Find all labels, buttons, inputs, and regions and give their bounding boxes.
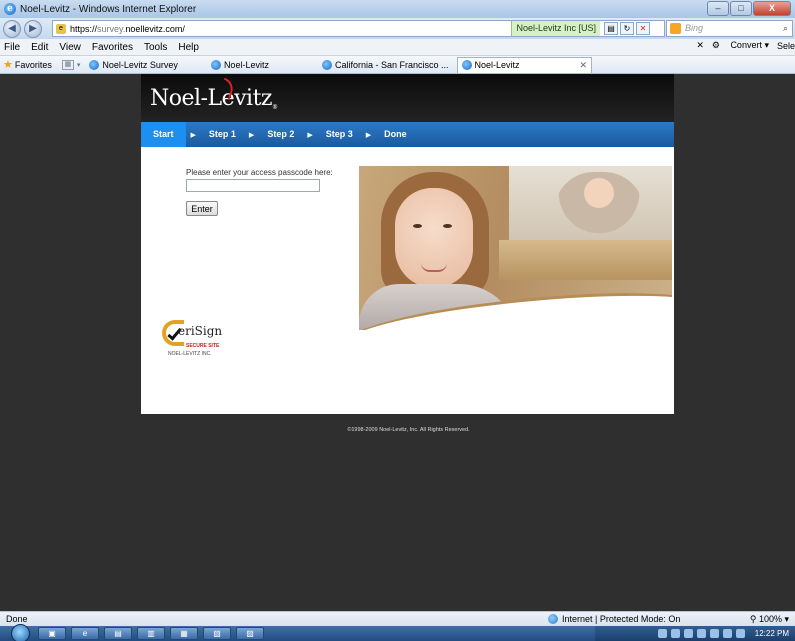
ie-tab-icon [461,60,472,70]
copyright-text: ©1998-2009 Noel-Levitz, Inc. All Rights … [347,427,470,433]
menu-view[interactable]: View [59,42,81,53]
tab-california[interactable]: California - San Francisco ... [317,57,454,73]
ie-logo-icon: e [4,3,16,15]
ie-tab-icon [89,59,100,70]
app-taskbar-icon[interactable]: ▨ [236,627,264,640]
refresh-icon[interactable]: ↻ [620,22,634,35]
passcode-form: Please enter your access passcode here: … [186,168,333,216]
step-1: Step 1 [208,129,236,139]
menu-favorites[interactable]: Favorites [92,42,133,53]
zoom-level[interactable]: ⚲ 100% ▾ [750,612,789,626]
student-photo [359,166,672,330]
page-viewport: Noel-Levitz® Start ▶ Step 1 ▶ Step 2 ▶ S… [0,74,795,611]
step-arrow-icon: ▶ [248,131,255,139]
step-done: Done [384,129,407,139]
enter-button[interactable]: Enter [186,201,218,216]
menu-file[interactable]: File [4,42,20,53]
bing-icon [670,23,681,34]
step-progress-bar: Start ▶ Step 1 ▶ Step 2 ▶ Step 3 ▶ Done [141,122,674,147]
window-controls: – □ X [706,1,791,16]
ie-tab-icon [321,59,332,70]
explorer-taskbar-icon[interactable]: ▣ [38,627,66,640]
clock[interactable]: 12:22 PM [755,629,789,638]
volume-icon[interactable] [735,629,745,638]
toolbar-right: ✕ ⚙ Convert ▾ Sele [688,40,795,51]
address-bar: ◀ ▶ e https://survey.noellevitz.com/ Noe… [0,18,795,39]
window-title: Noel-Levitz - Windows Internet Explorer [20,3,197,15]
favorites-label[interactable]: Favorites [15,60,52,70]
tray-icon[interactable] [709,629,719,638]
system-tray: 12:22 PM [595,626,795,641]
globe-icon [548,614,558,624]
close-button[interactable]: X [753,1,791,16]
app-taskbar-icon[interactable]: ▥ [137,627,165,640]
forward-button[interactable]: ▶ [24,19,42,38]
verisign-name: eriSign [178,324,223,338]
window-titlebar: e Noel-Levitz - Windows Internet Explore… [0,0,795,18]
menu-edit[interactable]: Edit [31,42,48,53]
tab-noel-levitz-active[interactable]: Noel-Levitz ✕ [456,56,593,73]
tray-icon[interactable] [670,629,680,638]
minimize-button[interactable]: – [707,1,729,16]
verisign-seal[interactable]: eriSign SECURE SITE NOEL-LEVITZ INC. [162,318,232,364]
convert-button[interactable]: ⚙ Convert ▾ [712,40,769,51]
verisign-secure-text: SECURE SITE [186,343,220,349]
step-2: Step 2 [267,129,295,139]
tab-noel-levitz[interactable]: Noel-Levitz [206,57,274,73]
verisign-company: NOEL-LEVITZ INC. [168,351,212,357]
menu-bar: File Edit View Favorites Tools Help ✕ ⚙ … [0,39,795,56]
page-icon: e [56,23,66,34]
tab-noel-levitz-survey[interactable]: Noel-Levitz Survey [84,57,183,73]
tray-icon[interactable] [683,629,693,638]
site-header: Noel-Levitz® [141,74,674,122]
app-taskbar-icon[interactable]: ▦ [170,627,198,640]
tray-icon[interactable] [657,629,667,638]
passcode-input[interactable] [186,179,320,192]
search-icon[interactable]: ⌕ [783,21,788,36]
ie-taskbar-icon[interactable]: e [71,627,99,640]
menu-tools[interactable]: Tools [144,42,167,53]
pdf-taskbar-icon[interactable]: ▧ [203,627,231,640]
network-icon[interactable] [722,629,732,638]
passcode-prompt: Please enter your access passcode here: [186,168,333,177]
step-3: Step 3 [325,129,353,139]
close-toolbar-icon[interactable]: ✕ [696,40,704,51]
menu-help[interactable]: Help [178,42,199,53]
favorites-star-icon[interactable]: ★ [3,58,13,71]
maximize-button[interactable]: □ [730,1,752,16]
start-button[interactable] [11,624,30,641]
step-arrow-icon: ▶ [307,131,313,139]
favorites-bar: ★ Favorites ▦ ▾ Noel-Levitz Survey Noel-… [0,56,795,74]
noel-levitz-logo: Noel-Levitz® [150,86,278,111]
url-text: https://survey.noellevitz.com/ [70,23,185,34]
close-tab-icon[interactable]: ✕ [580,60,588,71]
compat-view-icon[interactable]: ▤ [604,22,618,35]
step-start: Start [141,122,186,147]
tray-icon[interactable] [696,629,706,638]
select-button[interactable]: Sele [777,41,795,51]
url-field[interactable]: e https://survey.noellevitz.com/ Noel-Le… [52,20,665,37]
tab-list-icon[interactable]: ▾ [77,61,81,69]
back-button[interactable]: ◀ [3,19,21,38]
windows-taskbar: ▣ e ▤ ▥ ▦ ▧ ▨ 12:22 PM [0,624,795,641]
step-arrow-icon: ▶ [365,131,372,139]
step-arrow-icon: ▶ [190,131,196,139]
stop-icon[interactable]: ✕ [636,22,650,35]
certificate-badge[interactable]: Noel-Levitz Inc [US] [511,21,600,36]
survey-card: Noel-Levitz® Start ▶ Step 1 ▶ Step 2 ▶ S… [141,74,674,414]
taskbar-pinned-apps: ▣ e ▤ ▥ ▦ ▧ ▨ [38,627,269,640]
app-taskbar-icon[interactable]: ▤ [104,627,132,640]
quick-tabs-icon[interactable]: ▦ [61,59,74,70]
search-input[interactable]: Bing ⌕ [666,20,793,37]
ie-tab-icon [210,59,221,70]
status-bar: Done Internet | Protected Mode: On ⚲ 100… [0,611,795,626]
security-zone[interactable]: Internet | Protected Mode: On [548,612,680,626]
